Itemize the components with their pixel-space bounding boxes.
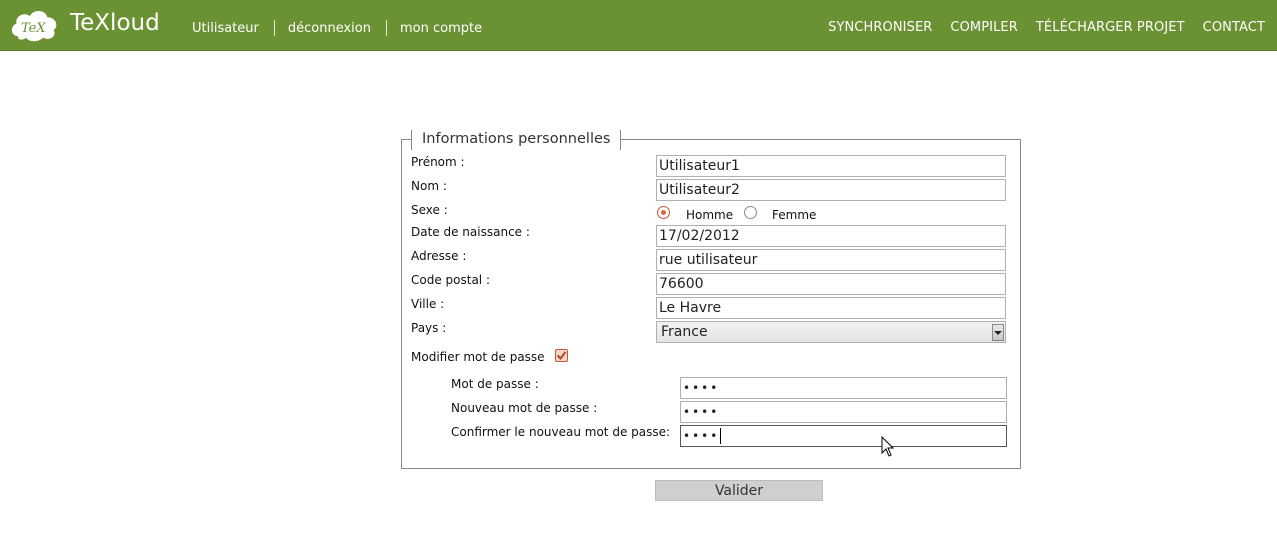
pays-label: Pays : [411, 321, 447, 335]
nouveau-mdp-label: Nouveau mot de passe : [451, 401, 598, 415]
pays-select[interactable]: France [656, 321, 1006, 343]
code-postal-input[interactable]: 76600 [656, 273, 1006, 295]
text-caret [720, 428, 722, 444]
code-postal-label: Code postal : [411, 273, 490, 287]
nav-divider [273, 20, 275, 36]
nom-label: Nom : [411, 179, 447, 193]
confirmer-mdp-input[interactable]: •••• [680, 425, 1007, 447]
dropdown-arrow-icon[interactable] [992, 324, 1004, 341]
nav-compiler[interactable]: COMPILER [950, 20, 1018, 35]
radio-femme[interactable] [744, 206, 757, 219]
sexe-label: Sexe : [411, 203, 448, 217]
nouveau-mdp-input[interactable]: •••• [680, 401, 1007, 423]
nav-contact[interactable]: CONTACT [1203, 20, 1265, 35]
nav-deconnexion[interactable]: déconnexion [288, 21, 371, 36]
radio-homme[interactable] [657, 206, 670, 219]
modifier-mdp-checkbox[interactable] [555, 349, 568, 362]
texloud-logo-icon[interactable]: TeX [9, 6, 59, 44]
nav-mon-compte[interactable]: mon compte [400, 21, 482, 36]
naissance-input[interactable]: 17/02/2012 [656, 225, 1006, 247]
ville-label: Ville : [411, 297, 445, 311]
mdp-input[interactable]: •••• [680, 377, 1007, 399]
nav-utilisateur[interactable]: Utilisateur [192, 21, 259, 36]
nom-input[interactable]: Utilisateur2 [656, 179, 1006, 201]
nav-divider [385, 20, 387, 36]
top-navigation-bar: TeX TeXloud Utilisateur déconnexion mon … [0, 0, 1277, 51]
prenom-input[interactable]: Utilisateur1 [656, 155, 1006, 177]
pays-selected-value: France [661, 324, 708, 340]
valider-button[interactable]: Valider [655, 480, 823, 501]
modifier-mdp-label: Modifier mot de passe [411, 350, 545, 364]
nav-telecharger-projet[interactable]: TÉLÉCHARGER PROJET [1036, 20, 1185, 35]
mouse-pointer-icon [881, 436, 895, 457]
user-nav: Utilisateur déconnexion mon compte [192, 20, 482, 36]
mdp-label: Mot de passe : [451, 377, 539, 391]
brand-name[interactable]: TeXloud [70, 10, 160, 36]
adresse-label: Adresse : [411, 249, 467, 263]
ville-input[interactable]: Le Havre [656, 297, 1006, 319]
naissance-label: Date de naissance : [411, 225, 530, 239]
nav-synchroniser[interactable]: SYNCHRONISER [828, 20, 932, 35]
prenom-label: Prénom : [411, 155, 465, 169]
fieldset-legend: Informations personnelles [411, 130, 622, 150]
checkmark-icon [556, 351, 567, 361]
svg-text:TeX: TeX [21, 21, 46, 36]
radio-homme-label: Homme [686, 208, 734, 222]
actions-nav: SYNCHRONISER COMPILER TÉLÉCHARGER PROJET… [810, 20, 1265, 35]
confirmer-mdp-label: Confirmer le nouveau mot de passe: [451, 425, 671, 439]
radio-femme-label: Femme [772, 208, 817, 222]
adresse-input[interactable]: rue utilisateur [656, 249, 1006, 271]
confirmer-mdp-value: •••• [683, 429, 720, 443]
